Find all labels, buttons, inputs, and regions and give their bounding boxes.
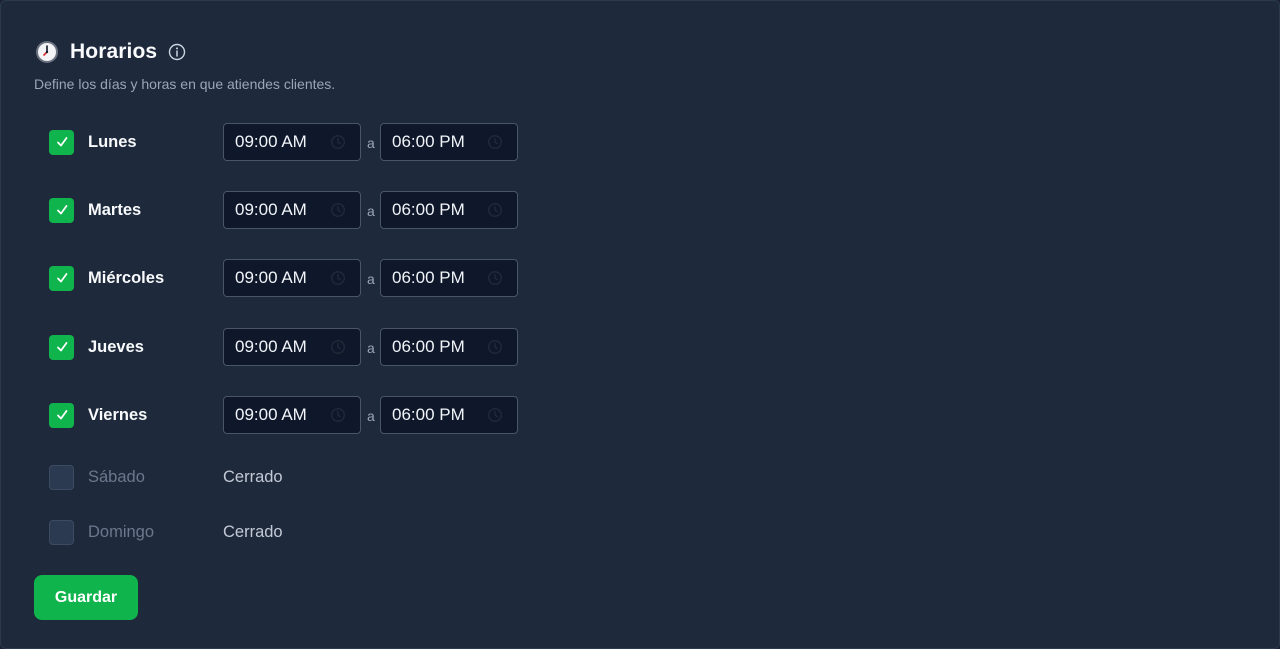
day-label: Domingo (88, 522, 155, 541)
end-time-input[interactable]: 06:00 PM (380, 396, 518, 434)
checkmark-icon (55, 203, 69, 217)
day-checkbox[interactable] (49, 402, 74, 428)
day-row-2: Miércoles 09:00 AM a 06:00 PM (49, 259, 518, 297)
day-checkbox[interactable] (49, 197, 74, 223)
end-time-value: 06:00 PM (392, 405, 465, 424)
end-time-input[interactable]: 06:00 PM (380, 328, 518, 366)
clock-icon[interactable] (330, 339, 346, 355)
day-label: Sábado (88, 467, 145, 486)
closed-label: Cerrado (223, 522, 283, 541)
end-time-input[interactable]: 06:00 PM (380, 259, 518, 297)
end-time-value: 06:00 PM (392, 337, 465, 356)
end-time-value: 06:00 PM (392, 200, 465, 219)
checkmark-icon (55, 408, 69, 422)
start-time-input[interactable]: 09:00 AM (223, 259, 361, 297)
start-time-input[interactable]: 09:00 AM (223, 328, 361, 366)
closed-label: Cerrado (223, 467, 283, 486)
day-checkbox[interactable] (49, 519, 74, 545)
save-button[interactable]: Guardar (34, 575, 138, 620)
checkmark-icon (55, 340, 69, 354)
clock-emoji-icon (35, 40, 59, 64)
day-row-3: Jueves 09:00 AM a 06:00 PM (49, 328, 518, 366)
range-separator: a (367, 271, 375, 287)
day-row-5: Sábado Cerrado (49, 458, 283, 496)
clock-icon[interactable] (487, 202, 503, 218)
day-checkbox[interactable] (49, 464, 74, 490)
day-row-0: Lunes 09:00 AM a 06:00 PM (49, 123, 518, 161)
clock-icon[interactable] (330, 134, 346, 150)
schedule-panel: Horarios Define los días y horas en que … (0, 0, 1280, 649)
clock-icon[interactable] (330, 202, 346, 218)
range-separator: a (367, 340, 375, 356)
day-label: Martes (88, 200, 142, 219)
end-time-input[interactable]: 06:00 PM (380, 191, 518, 229)
checkmark-icon (55, 135, 69, 149)
clock-icon[interactable] (487, 339, 503, 355)
day-row-4: Viernes 09:00 AM a 06:00 PM (49, 396, 518, 434)
end-time-value: 06:00 PM (392, 268, 465, 287)
range-separator: a (367, 408, 375, 424)
day-row-1: Martes 09:00 AM a 06:00 PM (49, 191, 518, 229)
day-checkbox[interactable] (49, 265, 74, 291)
start-time-value: 09:00 AM (235, 268, 307, 287)
start-time-input[interactable]: 09:00 AM (223, 123, 361, 161)
range-separator: a (367, 203, 375, 219)
page-title: Horarios (70, 40, 158, 63)
clock-icon[interactable] (487, 270, 503, 286)
info-icon[interactable] (168, 43, 186, 61)
day-label: Lunes (88, 132, 137, 151)
section-description: Define los días y horas en que atiendes … (34, 76, 336, 92)
start-time-input[interactable]: 09:00 AM (223, 396, 361, 434)
day-row-6: Domingo Cerrado (49, 513, 283, 551)
clock-icon[interactable] (330, 407, 346, 423)
range-separator: a (367, 135, 375, 151)
start-time-value: 09:00 AM (235, 405, 307, 424)
start-time-value: 09:00 AM (235, 132, 307, 151)
checkmark-icon (55, 271, 69, 285)
day-checkbox[interactable] (49, 334, 74, 360)
start-time-value: 09:00 AM (235, 200, 307, 219)
day-label: Miércoles (88, 268, 165, 287)
start-time-value: 09:00 AM (235, 337, 307, 356)
end-time-value: 06:00 PM (392, 132, 465, 151)
end-time-input[interactable]: 06:00 PM (380, 123, 518, 161)
clock-icon[interactable] (330, 270, 346, 286)
day-label: Viernes (88, 405, 148, 424)
section-header: Horarios (35, 37, 186, 67)
clock-icon[interactable] (487, 407, 503, 423)
day-checkbox[interactable] (49, 129, 74, 155)
start-time-input[interactable]: 09:00 AM (223, 191, 361, 229)
day-label: Jueves (88, 337, 144, 356)
clock-icon[interactable] (487, 134, 503, 150)
